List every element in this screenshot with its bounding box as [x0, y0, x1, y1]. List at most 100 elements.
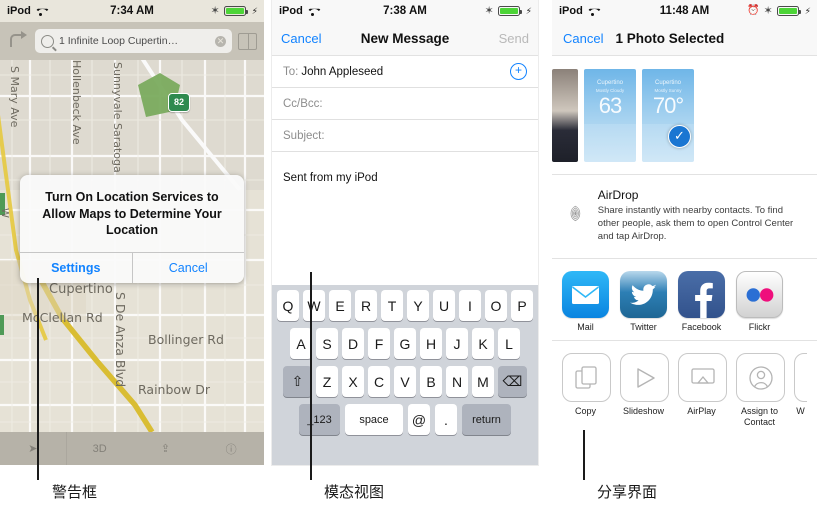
key-g[interactable]: G	[394, 328, 416, 359]
return-key[interactable]: return	[462, 404, 511, 435]
key-e[interactable]: E	[329, 290, 351, 321]
share-status-bar: iPod 11:48 AM ⏰ ✶ ⚡	[552, 0, 817, 22]
clear-icon[interactable]: ✕	[215, 35, 226, 47]
key-a[interactable]: A	[290, 328, 312, 359]
key-v[interactable]: V	[394, 366, 416, 397]
photo-thumbnail[interactable]	[552, 68, 578, 162]
key-y[interactable]: Y	[407, 290, 429, 321]
key-w[interactable]: W	[303, 290, 325, 321]
key-u[interactable]: U	[433, 290, 455, 321]
mode-3d-button[interactable]: 3D	[67, 443, 133, 455]
battery-icon	[497, 6, 522, 16]
bookmarks-icon[interactable]	[238, 32, 257, 50]
key-l[interactable]: L	[498, 328, 520, 359]
maps-status-bar: iPod 7:34 AM ✶ ⚡	[0, 0, 264, 22]
message-body[interactable]: Sent from my iPod	[272, 152, 538, 230]
backspace-key[interactable]: ⌫	[498, 366, 527, 397]
key-p[interactable]: P	[511, 290, 533, 321]
maps-panel: iPod 7:34 AM ✶ ⚡ 1 Infinite Loop Cuperti…	[0, 0, 264, 465]
share-app-flickr[interactable]: Flickr	[736, 271, 783, 332]
keyboard-row-3: ⇧ Z X C V B N M ⌫	[274, 366, 536, 397]
bluetooth-icon: ✶	[763, 4, 773, 17]
charging-bolt-icon: ⚡	[804, 5, 811, 16]
directions-icon[interactable]	[7, 30, 29, 52]
key-i[interactable]: I	[459, 290, 481, 321]
space-key[interactable]: space	[345, 404, 403, 435]
key-h[interactable]: H	[420, 328, 442, 359]
map-label: Hollenbeck Ave	[70, 60, 83, 145]
key-m[interactable]: M	[472, 366, 494, 397]
info-icon[interactable]: ⓘ	[198, 441, 264, 457]
key-x[interactable]: X	[342, 366, 364, 397]
search-input[interactable]: 1 Infinite Loop Cupertin… ✕	[35, 29, 232, 53]
action-wallpaper[interactable]: W	[794, 353, 807, 428]
key-j[interactable]: J	[446, 328, 468, 359]
charging-bolt-icon: ⚡	[251, 5, 258, 16]
callout-leader-alert	[37, 278, 39, 480]
action-airplay[interactable]: AirPlay	[678, 353, 727, 428]
status-right: ⏰ ✶ ⚡	[747, 4, 811, 17]
battery-icon	[776, 6, 801, 16]
cancel-button[interactable]: Cancel	[131, 252, 245, 283]
ccbcc-label: Cc/Bcc:	[283, 97, 323, 110]
subject-field[interactable]: Subject:	[272, 120, 538, 152]
charging-bolt-icon: ⚡	[525, 5, 532, 16]
photo-thumbnail-selected[interactable]: Cupertino Mostly Sunny 70° ✓	[642, 68, 694, 162]
keyboard-row-2: A S D F G H J K L	[274, 328, 536, 359]
weather-city: Cupertino	[596, 79, 623, 86]
share-icon[interactable]: ⇪	[133, 442, 199, 455]
airdrop-icon	[570, 205, 581, 222]
share-actions-row: Copy Slideshow AirPlay Assign to Contact…	[552, 341, 817, 434]
at-key[interactable]: @	[408, 404, 430, 435]
bluetooth-icon: ✶	[210, 4, 220, 17]
ccbcc-field[interactable]: Cc/Bcc:	[272, 88, 538, 120]
shift-key[interactable]: ⇧	[283, 366, 312, 397]
key-z[interactable]: Z	[316, 366, 338, 397]
send-button[interactable]: Send	[499, 31, 529, 46]
action-assign-to-contact[interactable]: Assign to Contact	[736, 353, 785, 428]
key-r[interactable]: R	[355, 290, 377, 321]
cancel-button[interactable]: Cancel	[563, 31, 603, 46]
key-s[interactable]: S	[316, 328, 338, 359]
numbers-key[interactable]: _123	[299, 404, 340, 435]
mail-nav-bar: Cancel New Message Send	[272, 22, 538, 56]
to-field[interactable]: To: John Appleseed +	[272, 56, 538, 88]
key-c[interactable]: C	[368, 366, 390, 397]
key-t[interactable]: T	[381, 290, 403, 321]
key-q[interactable]: Q	[277, 290, 299, 321]
mail-panel: iPod 7:38 AM ✶ ⚡ Cancel New Message Send…	[272, 0, 538, 465]
share-app-facebook[interactable]: Facebook	[678, 271, 725, 332]
period-key[interactable]: .	[435, 404, 457, 435]
map-label: S De Anza Blvd	[113, 292, 128, 388]
action-copy[interactable]: Copy	[562, 353, 611, 428]
add-contact-icon[interactable]: +	[510, 63, 527, 80]
app-label: Twitter	[630, 322, 657, 333]
battery-icon	[223, 6, 248, 16]
key-f[interactable]: F	[368, 328, 390, 359]
airdrop-section[interactable]: AirDrop Share instantly with nearby cont…	[552, 175, 817, 260]
airplay-icon	[678, 353, 727, 403]
action-slideshow[interactable]: Slideshow	[620, 353, 669, 428]
page-title: 1 Photo Selected	[615, 31, 725, 46]
share-panel: iPod 11:48 AM ⏰ ✶ ⚡ Cancel 1 Photo Selec…	[552, 0, 817, 465]
key-b[interactable]: B	[420, 366, 442, 397]
share-app-mail[interactable]: Mail	[562, 271, 609, 332]
key-n[interactable]: N	[446, 366, 468, 397]
photo-thumbnail[interactable]: Cupertino Mostly Cloudy 63	[584, 68, 636, 162]
subject-label: Subject:	[283, 129, 325, 142]
alarm-clock-icon: ⏰	[747, 5, 760, 16]
callout-leader-share	[583, 430, 585, 480]
map-label: S Mary Ave	[8, 66, 21, 128]
key-k[interactable]: K	[472, 328, 494, 359]
key-o[interactable]: O	[485, 290, 507, 321]
location-services-alert: Turn On Location Services to Allow Maps …	[20, 175, 244, 283]
maps-toolbar: ➤ 3D ⇪ ⓘ	[0, 432, 264, 465]
mail-fields: To: John Appleseed + Cc/Bcc: Subject:	[272, 56, 538, 152]
location-arrow-icon[interactable]: ➤	[0, 442, 66, 455]
airdrop-text: AirDrop Share instantly with nearby cont…	[598, 188, 805, 243]
alert-buttons: Settings Cancel	[20, 251, 245, 283]
share-apps-row: Mail Twitter Facebook Flickr	[552, 259, 817, 342]
key-d[interactable]: D	[342, 328, 364, 359]
search-icon	[41, 34, 54, 48]
share-app-twitter[interactable]: Twitter	[620, 271, 667, 332]
